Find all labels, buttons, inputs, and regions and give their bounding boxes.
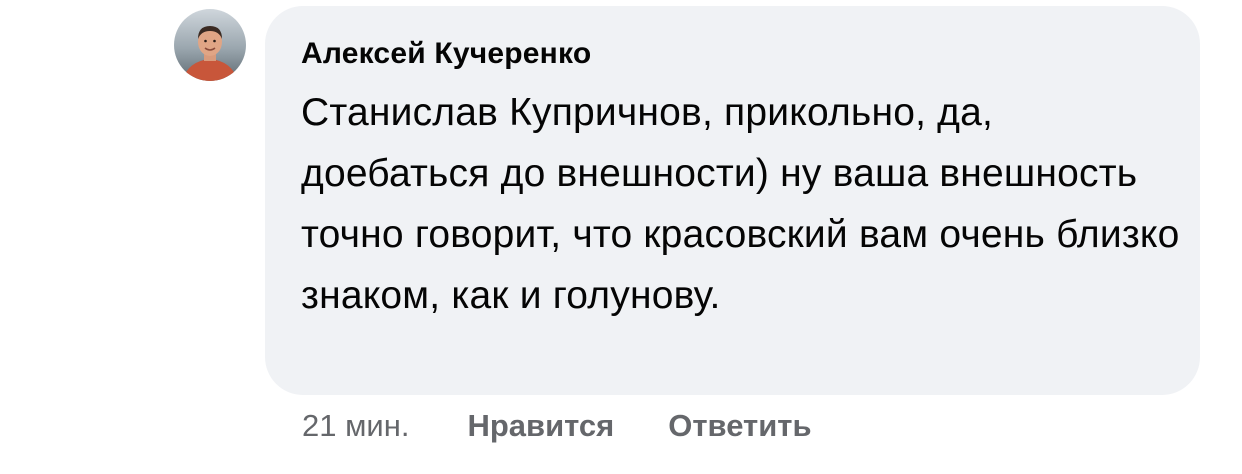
comment-actions: 21 мин. Нравится Ответить [302, 404, 812, 448]
comment-author[interactable]: Алексей Кучеренко [301, 36, 1170, 72]
like-button[interactable]: Нравится [467, 408, 614, 444]
comment: Алексей Кучеренко Станислав Купричнов, п… [0, 0, 1242, 474]
comment-timestamp[interactable]: 21 мин. [302, 408, 409, 444]
user-photo-icon [174, 9, 246, 81]
avatar[interactable] [174, 9, 246, 81]
comment-text: Станислав Купричнов, прикольно, да, доеб… [301, 91, 1180, 317]
comment-bubble: Алексей Кучеренко Станислав Купричнов, п… [265, 6, 1200, 395]
reply-button[interactable]: Ответить [668, 408, 811, 444]
